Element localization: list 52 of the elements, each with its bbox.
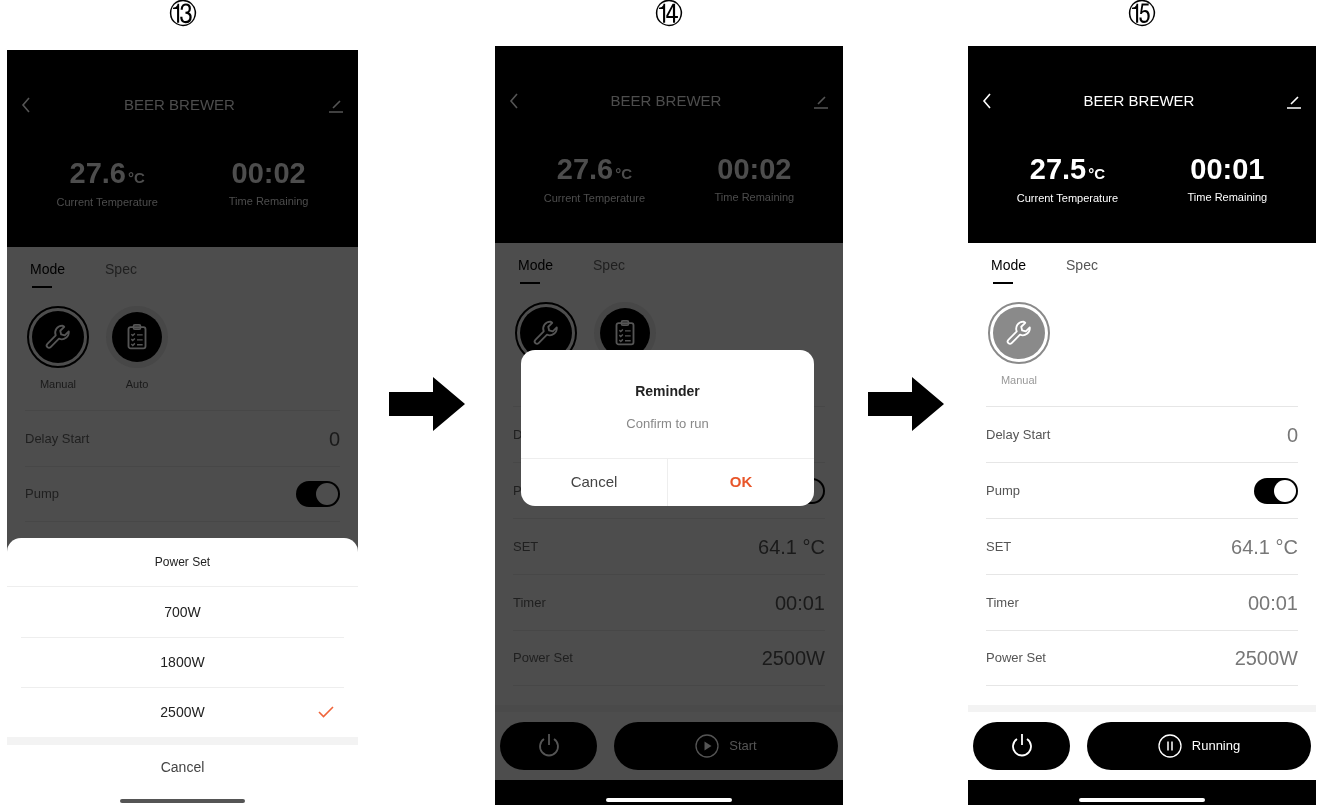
cancel-button[interactable]: Cancel (7, 745, 358, 789)
edit-icon[interactable] (1286, 93, 1302, 110)
cancel-button[interactable]: Cancel (521, 459, 668, 506)
stat-value: 00:02 (717, 154, 792, 184)
stat-label: Time Remaining (228, 193, 309, 209)
setting-label: Power Set (986, 649, 1046, 668)
power-button[interactable] (973, 722, 1070, 770)
power-icon (536, 733, 561, 759)
stat-label: Time Remaining (714, 189, 795, 205)
power-option[interactable]: 1800W (21, 637, 344, 687)
setting-value: 0 (1286, 422, 1298, 448)
stat-label: Current Temperature (1016, 191, 1119, 206)
power-option[interactable]: 700W (21, 587, 344, 637)
dialog-message: Confirm to run (625, 415, 710, 433)
dialog-title: Reminder (634, 382, 701, 401)
stat-value: 27.5 (1029, 154, 1087, 184)
screen-title: BEER BREWER (610, 91, 722, 111)
stat-unit: °C (615, 163, 633, 184)
setting-label: Pump (986, 481, 1020, 500)
tab[interactable]: Spec (1066, 255, 1098, 284)
stat-value: 00:01 (1190, 154, 1265, 184)
tab[interactable]: Mode (991, 255, 1027, 284)
setting-value: 00:01 (1247, 590, 1298, 616)
stat-value: 27.6 (556, 154, 614, 184)
arrow-icon (388, 376, 465, 431)
step-number: ⑮ (1128, 0, 1156, 28)
sheet-title: Power Set (7, 538, 358, 587)
screen-title: BEER BREWER (124, 95, 235, 115)
setting-value: 64.1 °C (1231, 534, 1298, 560)
stat-unit: °C (1088, 163, 1106, 184)
stat-label: Time Remaining (1187, 189, 1268, 205)
mode-label: Manual (1000, 373, 1038, 388)
setting-label: SET (986, 537, 1012, 556)
play-icon (695, 734, 720, 758)
step-number: ⑭ (655, 0, 683, 28)
pump-toggle[interactable] (296, 481, 340, 507)
power-icon (1009, 733, 1034, 759)
screen-title: BEER BREWER (1083, 91, 1195, 111)
stat-label: Current Temperature (56, 195, 158, 210)
step-number: ⑬ (168, 0, 197, 28)
ok-button[interactable]: OK (668, 459, 814, 506)
pause-icon (1157, 734, 1182, 758)
setting-label: Timer (986, 593, 1019, 612)
stat-label: Current Temperature (543, 191, 646, 206)
run-button[interactable]: Running (1087, 722, 1311, 770)
setting-label: Delay Start (986, 425, 1051, 444)
arrow-icon (867, 376, 944, 431)
stat-unit: °C (127, 167, 145, 188)
stat-value: 27.6 (69, 158, 126, 188)
setting-value: 2500W (1234, 646, 1298, 671)
stat-value: 00:02 (231, 158, 306, 188)
pump-toggle[interactable] (1254, 477, 1298, 504)
